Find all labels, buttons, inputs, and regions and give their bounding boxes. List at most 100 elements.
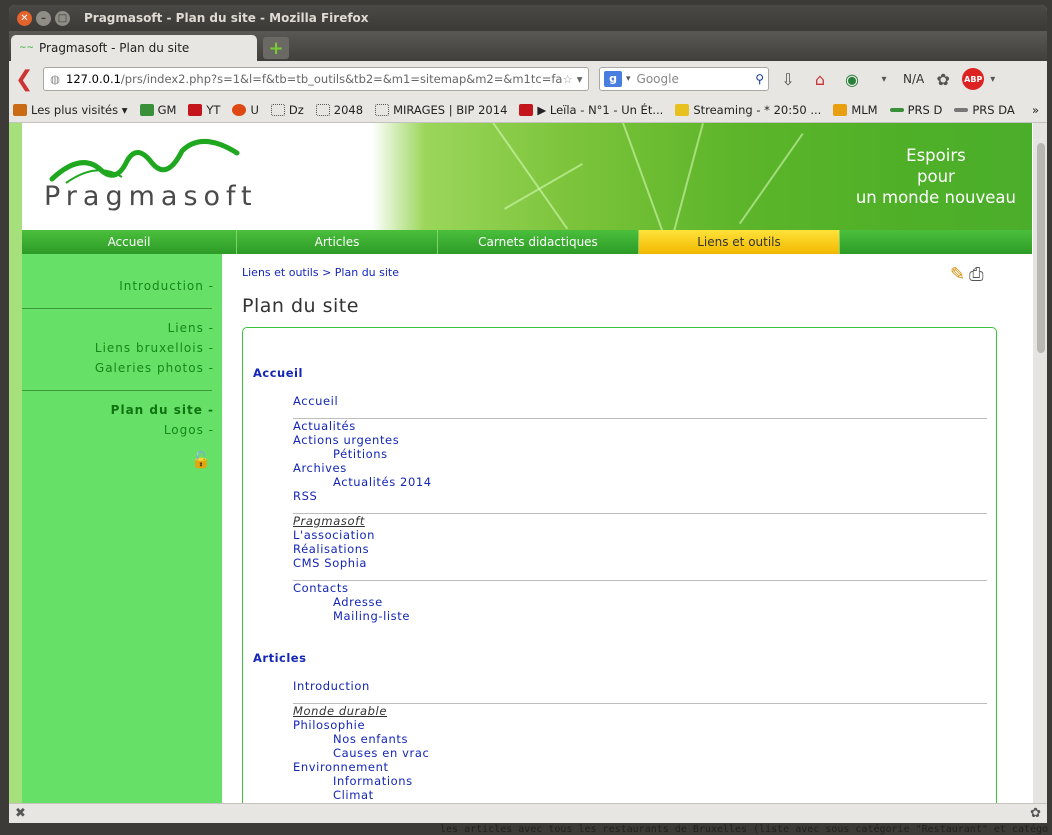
main-menu: Accueil Articles Carnets didactiques Lie…: [22, 230, 1032, 254]
bookmark-label: U: [250, 103, 258, 117]
sitemap-link[interactable]: Adresse: [333, 595, 383, 609]
bookmark-label: Dz: [289, 103, 304, 117]
download-icon[interactable]: ⇩: [775, 70, 801, 89]
bookmark-label: YT: [206, 103, 220, 117]
sitemap-link[interactable]: Mailing-liste: [333, 609, 410, 623]
status-bar: ✖ ✿: [9, 803, 1047, 823]
search-icon[interactable]: ⚲: [755, 72, 764, 86]
search-engine-dropdown-icon[interactable]: ▾: [626, 74, 631, 84]
url-history-dropdown-icon[interactable]: ▾: [577, 72, 583, 86]
bookmark-item[interactable]: MIRAGES | BIP 2014: [375, 103, 507, 117]
sitemap-link[interactable]: Climat: [333, 788, 374, 802]
sidebar-item-logos[interactable]: Logos -: [164, 423, 214, 437]
streaming-icon: [675, 104, 689, 116]
sitemap-section-articles[interactable]: Articles: [253, 651, 306, 665]
sitemap-divider: [293, 513, 987, 514]
pragmasoft-icon: [954, 108, 968, 112]
print-icon[interactable]: ⎙: [969, 264, 983, 285]
menu-item-liens-outils[interactable]: Liens et outils: [639, 230, 840, 254]
bookmark-label: Les plus visités ▾: [31, 103, 128, 117]
sitemap-group-label[interactable]: Pragmasoft: [293, 514, 365, 528]
sitemap-link[interactable]: L'association: [293, 528, 375, 542]
google-icon[interactable]: g: [604, 71, 622, 87]
sitemap-link[interactable]: Actualités 2014: [333, 475, 432, 489]
sidebar-item-liens[interactable]: Liens -: [168, 321, 214, 335]
home-icon[interactable]: ⌂: [807, 70, 833, 89]
navigation-bar: ❮ ◍ 127.0.0.1 /prs/index2.php?s=1&l=f&tb…: [9, 61, 1047, 97]
sitemap-section-accueil[interactable]: Accueil: [253, 366, 303, 380]
sitemap-link[interactable]: Informations: [333, 774, 413, 788]
url-path: /prs/index2.php?s=1&l=f&tb=tb_outils&tb2…: [121, 72, 563, 86]
slogan-line: pour: [856, 166, 1016, 187]
sitemap-box: Accueil Accueil Actualités Actions urgen…: [242, 327, 997, 803]
sitemap-link[interactable]: Nos enfants: [333, 732, 408, 746]
adblock-dropdown-icon[interactable]: ▾: [990, 74, 995, 85]
page-tools: ✎ ⎙: [950, 264, 984, 285]
menu-item-articles[interactable]: Articles: [237, 230, 438, 254]
sitemap-link[interactable]: Actions urgentes: [293, 433, 399, 447]
sitemap-link[interactable]: CMS Sophia: [293, 556, 367, 570]
search-box[interactable]: g ▾ Google ⚲: [599, 67, 769, 91]
edit-icon[interactable]: ✎: [950, 264, 965, 285]
sitemap-link[interactable]: Accueil: [293, 394, 338, 408]
slogan-line: un monde nouveau: [856, 187, 1016, 208]
sitemap-link[interactable]: RSS: [293, 489, 317, 503]
scrollbar-thumb[interactable]: [1037, 143, 1045, 353]
bookmark-star-icon[interactable]: ☆: [562, 72, 572, 86]
sidebar-item-galeries[interactable]: Galeries photos -: [95, 361, 214, 375]
url-bar[interactable]: ◍ 127.0.0.1 /prs/index2.php?s=1&l=f&tb=t…: [43, 67, 589, 91]
breadcrumb[interactable]: Liens et outils > Plan du site: [242, 266, 399, 279]
bookmark-label: PRS D: [908, 103, 943, 117]
sitemap-link[interactable]: Environnement: [293, 760, 389, 774]
minimize-window-button[interactable]: –: [36, 11, 51, 26]
addon-icon[interactable]: ✿: [1030, 806, 1041, 821]
bookmark-label: ▶ Leïla - N°1 - Un Ét...: [537, 103, 663, 117]
addon-dropdown-icon[interactable]: ▾: [871, 74, 897, 85]
bookmark-item[interactable]: Dz: [271, 103, 304, 117]
sitemap-link[interactable]: Philosophie: [293, 718, 365, 732]
sidebar-item-introduction[interactable]: Introduction -: [119, 279, 214, 293]
back-arrow-icon[interactable]: ❮: [15, 67, 37, 92]
bookmark-item[interactable]: Streaming - * 20:50 ...: [675, 103, 821, 117]
lock-icon[interactable]: 🔓: [191, 450, 211, 469]
window-title: Pragmasoft - Plan du site - Mozilla Fire…: [84, 11, 369, 25]
maximize-window-button[interactable]: □: [55, 11, 70, 26]
close-addon-bar-icon[interactable]: ✖: [15, 806, 26, 821]
puzzle-icon[interactable]: ✿: [930, 70, 956, 89]
globe-addon-icon[interactable]: ◉: [839, 70, 865, 89]
bookmark-label: PRS DA: [972, 103, 1014, 117]
sitemap-link[interactable]: Pétitions: [333, 447, 388, 461]
sitemap-group-label[interactable]: Monde durable: [293, 704, 387, 718]
new-tab-button[interactable]: +: [263, 37, 289, 59]
bookmark-item[interactable]: PRS D: [890, 103, 943, 117]
close-window-button[interactable]: ✕: [17, 11, 32, 26]
menu-item-accueil[interactable]: Accueil: [22, 230, 237, 254]
bookmark-item[interactable]: GM: [140, 103, 177, 117]
sitemap-link[interactable]: Causes en vrac: [333, 746, 429, 760]
bookmark-item[interactable]: MLM: [833, 103, 877, 117]
page-title: Plan du site: [242, 295, 359, 317]
sidebar-item-liens-bruxellois[interactable]: Liens bruxellois -: [95, 341, 214, 355]
sidebar-item-plan[interactable]: Plan du site -: [111, 403, 214, 417]
bookmark-item[interactable]: YT: [188, 103, 220, 117]
slogan: Espoirs pour un monde nouveau: [856, 145, 1016, 208]
sitemap-link[interactable]: Actualités: [293, 419, 356, 433]
sitemap-link[interactable]: Introduction: [293, 679, 370, 693]
tab-active[interactable]: ~~ Pragmasoft - Plan du site: [11, 35, 257, 61]
bookmarks-overflow-button[interactable]: »: [1032, 103, 1039, 117]
sitemap-link[interactable]: Archives: [293, 461, 347, 475]
bookmark-item[interactable]: 2048: [316, 103, 363, 117]
bookmark-item[interactable]: ▶ Leïla - N°1 - Un Ét...: [519, 103, 663, 117]
bookmark-item[interactable]: Les plus visités ▾: [13, 103, 128, 117]
page-icon: [375, 104, 389, 116]
menu-item-carnets[interactable]: Carnets didactiques: [438, 230, 639, 254]
sitemap-link[interactable]: Contacts: [293, 581, 349, 595]
youtube-icon: [519, 104, 533, 116]
adblock-icon[interactable]: ABP: [962, 68, 984, 90]
bookmark-item[interactable]: U: [232, 103, 258, 117]
na-addon-label[interactable]: N/A: [903, 72, 924, 86]
page-icon: [316, 104, 330, 116]
bookmark-item[interactable]: PRS DA: [954, 103, 1014, 117]
sitemap-link[interactable]: Réalisations: [293, 542, 369, 556]
vertical-scrollbar[interactable]: [1033, 123, 1047, 803]
